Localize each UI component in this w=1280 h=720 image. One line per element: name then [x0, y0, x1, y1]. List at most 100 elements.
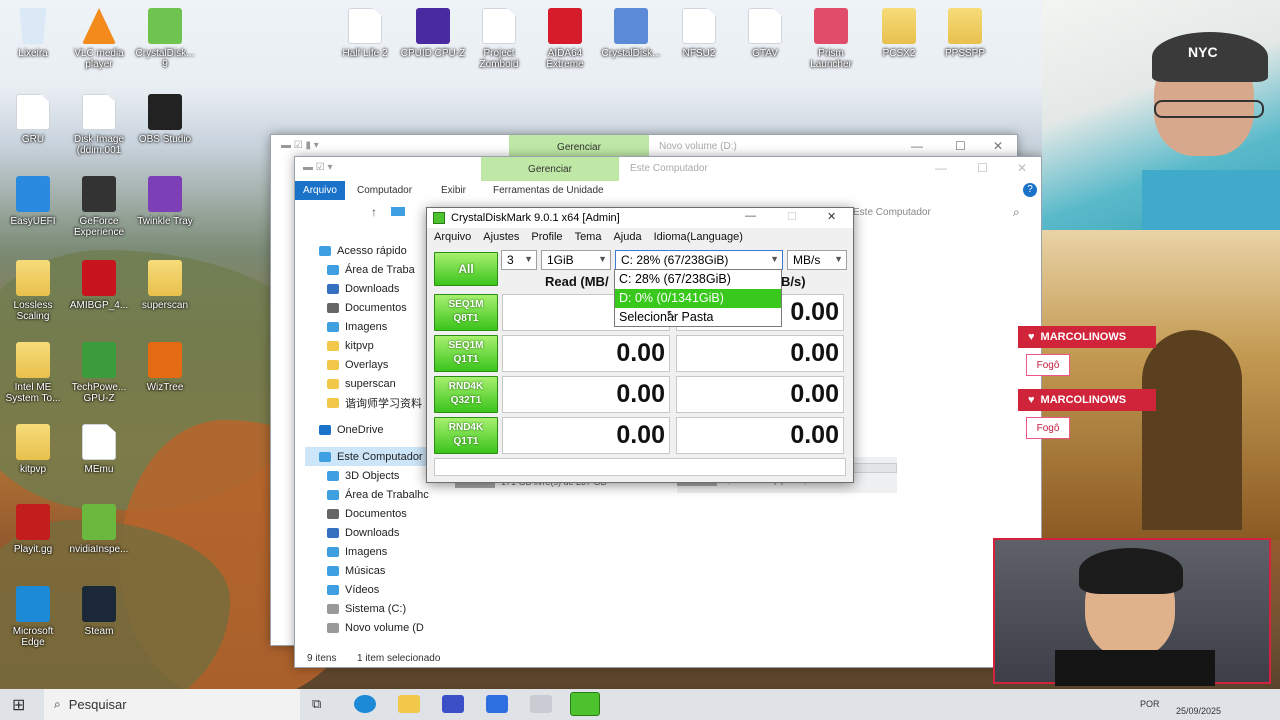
edge-icon[interactable] — [354, 695, 376, 713]
nav-item[interactable]: Músicas — [305, 561, 435, 580]
desktop-icon[interactable]: PCSX2 — [866, 8, 932, 59]
ribbon-context-tab[interactable]: Gerenciar — [509, 135, 649, 157]
cdm-menu-item[interactable]: Ajuda — [613, 231, 641, 243]
cdm-menu-item[interactable]: Ajustes — [483, 231, 519, 243]
nav-item[interactable]: Área de Traba — [305, 260, 435, 279]
nav-item[interactable]: OneDrive — [305, 420, 435, 439]
maximize-icon[interactable]: ☐ — [977, 161, 988, 175]
desktop-icon[interactable]: Half Life 2 — [332, 8, 398, 59]
desktop-icon[interactable]: Lossless Scaling — [0, 260, 66, 322]
nav-item[interactable]: Novo volume (D — [305, 618, 435, 637]
crystaldiskmark-window[interactable]: CrystalDiskMark 9.0.1 x64 [Admin] — ☐ ✕ … — [426, 207, 854, 483]
search-icon[interactable]: ⌕ — [1013, 205, 1020, 220]
dropdown-option[interactable]: D: 0% (0/1341GiB) — [615, 289, 781, 308]
desktop-icon[interactable]: OBS Studio — [132, 94, 198, 145]
desktop-icon[interactable]: Prism Launcher — [798, 8, 864, 70]
nav-item[interactable]: Imagens — [305, 542, 435, 561]
desktop-icon[interactable]: Playit.gg — [0, 504, 66, 555]
ribbon-context-tab[interactable]: Gerenciar — [481, 157, 619, 181]
nav-item[interactable]: 3D Objects — [305, 466, 435, 485]
nav-item[interactable]: kitpvp — [305, 336, 435, 355]
quick-access-toolbar[interactable]: ▬ ☑ ▾ — [303, 162, 333, 173]
desktop-icon[interactable]: Twinkle Tray — [132, 176, 198, 227]
nav-item[interactable]: Documentos — [305, 298, 435, 317]
desktop-icon[interactable]: MEmu — [66, 424, 132, 475]
maximize-icon[interactable]: ☐ — [787, 210, 797, 223]
close-icon[interactable]: ✕ — [993, 139, 1003, 153]
nav-item[interactable]: Vídeos — [305, 580, 435, 599]
nav-item[interactable]: Imagens — [305, 317, 435, 336]
task-view-icon[interactable]: ⧉ — [312, 696, 321, 712]
file-explorer-icon[interactable] — [398, 695, 420, 713]
test-button[interactable]: SEQ1M Q1T1 — [434, 335, 498, 372]
nav-item[interactable]: Downloads — [305, 279, 435, 298]
cdm-menu-item[interactable]: Idioma(Language) — [654, 231, 743, 243]
quick-access-toolbar[interactable]: ▬ ☑ ▮ ▾ — [281, 140, 319, 151]
desktop-icon[interactable]: GRU — [0, 94, 66, 145]
cdm-menu-item[interactable]: Profile — [531, 231, 562, 243]
nav-item[interactable]: Acesso rápido — [305, 241, 435, 260]
nav-item[interactable]: Este Computador — [305, 447, 435, 466]
drive-select[interactable]: C: 28% (67/238GiB) ▼ — [615, 250, 783, 270]
close-icon[interactable]: ✕ — [827, 210, 836, 223]
desktop-icon[interactable]: PPSSPP — [932, 8, 998, 59]
size-select[interactable]: 1GiB ▼ — [541, 250, 611, 270]
windows-start-icon[interactable]: ⊞ — [12, 695, 25, 715]
monitor-app-icon[interactable] — [442, 695, 464, 713]
close-icon[interactable]: ✕ — [1017, 161, 1027, 175]
nav-item[interactable]: Documentos — [305, 504, 435, 523]
clock-date[interactable]: 25/09/2025 — [1176, 706, 1221, 716]
all-button[interactable]: All — [434, 252, 498, 286]
explorer-back-titlebar[interactable]: ▬ ☑ ▮ ▾ Gerenciar Novo volume (D:) — ☐ ✕ — [271, 135, 1017, 157]
test-button[interactable]: RND4K Q1T1 — [434, 417, 498, 454]
dropdown-option[interactable]: Selecionar Pasta — [615, 308, 781, 327]
desktop-icon[interactable]: nvidiaInspe... — [66, 504, 132, 555]
test-button[interactable]: RND4K Q32T1 — [434, 376, 498, 413]
search-box[interactable]: ⌕ Pesquisar — [44, 689, 300, 720]
nav-item[interactable]: Downloads — [305, 523, 435, 542]
desktop-icon[interactable]: Lixeira — [0, 8, 66, 59]
desktop-icon[interactable]: NFSU2 — [666, 8, 732, 59]
help-icon[interactable]: ? — [1023, 183, 1037, 197]
nav-item[interactable]: Overlays — [305, 355, 435, 374]
desktop-icon[interactable]: kitpvp — [0, 424, 66, 475]
desktop-icon[interactable]: Project Zomboid — [466, 8, 532, 70]
minimize-icon[interactable]: — — [745, 210, 756, 222]
desktop-icon[interactable]: CrystalDisk... — [598, 8, 664, 59]
desktop-icon[interactable]: Steam — [66, 586, 132, 637]
navigation-pane[interactable]: Acesso rápido Área de Traba Downloads Docum… — [305, 241, 435, 651]
comment-field[interactable] — [434, 458, 846, 476]
disk-app-icon[interactable] — [530, 695, 552, 713]
dropdown-option[interactable]: C: 28% (67/238GiB) — [615, 270, 781, 289]
unit-select[interactable]: MB/s ▼ — [787, 250, 847, 270]
desktop-icon[interactable]: EasyUEFI — [0, 176, 66, 227]
cdm-menu-item[interactable]: Arquivo — [434, 231, 471, 243]
cdm-menu-item[interactable]: Tema — [575, 231, 602, 243]
nav-item[interactable]: Sistema (C:) — [305, 599, 435, 618]
desktop-icon[interactable]: AMIBGP_4... — [66, 260, 132, 311]
tab-arquivo[interactable]: Arquivo — [295, 181, 345, 200]
nav-item[interactable]: superscan — [305, 374, 435, 393]
desktop-icon[interactable]: Microsoft Edge — [0, 586, 66, 648]
test-button[interactable]: SEQ1M Q8T1 — [434, 294, 498, 331]
crystaldiskmark-taskbar-icon[interactable] — [570, 692, 600, 716]
tab-ferramentas-unidade[interactable]: Ferramentas de Unidade — [493, 185, 604, 196]
desktop-icon[interactable]: superscan — [132, 260, 198, 311]
maximize-icon[interactable]: ☐ — [955, 139, 966, 153]
desktop-icon[interactable]: GTAV — [732, 8, 798, 59]
nav-item[interactable]: 谐询师学习资料 — [305, 393, 435, 412]
desktop-icon[interactable]: GeForce Experience — [66, 176, 132, 238]
nav-item[interactable]: Área de Trabalhc — [305, 485, 435, 504]
desktop-icon[interactable]: WizTree — [132, 342, 198, 393]
desktop-icon[interactable]: VLC media player — [66, 8, 132, 70]
cdm-titlebar[interactable]: CrystalDiskMark 9.0.1 x64 [Admin] — ☐ ✕ — [427, 208, 853, 228]
grid-app-icon[interactable] — [486, 695, 508, 713]
desktop-icon[interactable]: Disk Image (ddim.001 — [66, 94, 132, 156]
desktop-icon[interactable]: TechPowe... GPU-Z — [66, 342, 132, 404]
minimize-icon[interactable]: — — [911, 139, 923, 153]
tab-computador[interactable]: Computador — [357, 185, 412, 196]
minimize-icon[interactable]: — — [935, 161, 947, 175]
desktop-icon[interactable]: CPUID CPU-Z — [400, 8, 466, 59]
address-bar[interactable]: Este Computador — [853, 207, 931, 218]
desktop-icon[interactable]: Intel ME System To... — [0, 342, 66, 404]
